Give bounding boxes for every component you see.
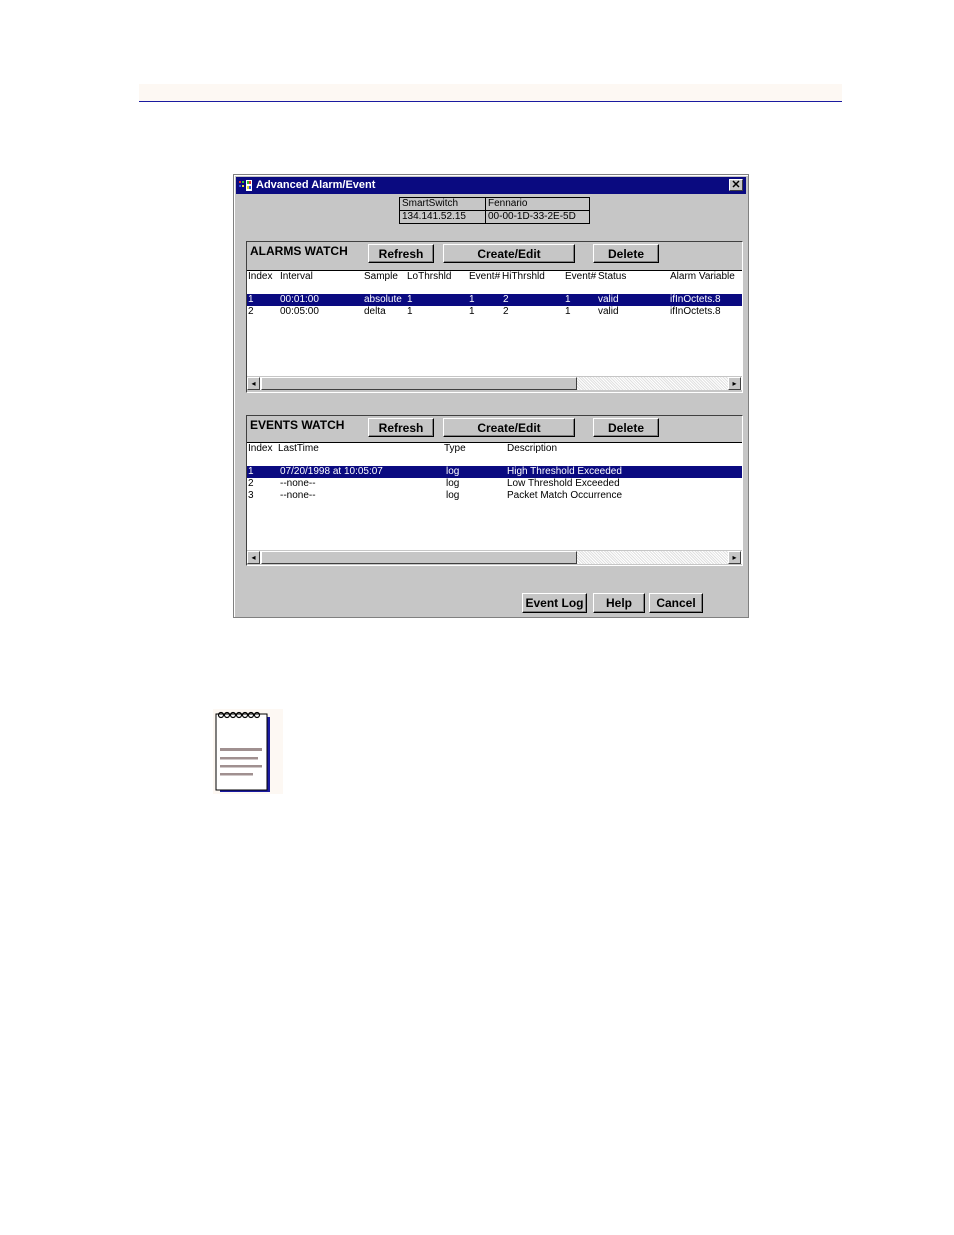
alarms-create-edit-button[interactable]: Create/Edit (443, 244, 575, 263)
cell-alarm-variable: ifInOctets.8 (670, 306, 721, 317)
cell-hithrshld: 2 (503, 306, 509, 317)
col-alarm-variable[interactable]: Alarm Variable (670, 271, 735, 283)
cell-interval: 00:01:00 (280, 294, 319, 305)
events-delete-button[interactable]: Delete (593, 418, 659, 437)
cell-status: valid (598, 294, 619, 305)
scroll-track[interactable] (577, 377, 728, 390)
alarms-watch-label: ALARMS WATCH (250, 244, 348, 258)
col-index[interactable]: Index (248, 443, 272, 455)
cell-sample: delta (364, 306, 386, 317)
col-interval[interactable]: Interval (280, 271, 313, 283)
close-button[interactable]: ✕ (729, 179, 743, 191)
cell-event-hi: 1 (565, 306, 571, 317)
cell-alarm-variable: ifInOctets.8 (670, 294, 721, 305)
close-icon: ✕ (731, 179, 741, 191)
events-create-edit-button[interactable]: Create/Edit (443, 418, 575, 437)
cell-description: Packet Match Occurrence (507, 490, 623, 501)
scroll-right-button[interactable]: ▸ (728, 551, 741, 564)
alarms-watch-group: ALARMS WATCH Refresh Create/Edit Delete … (246, 241, 743, 393)
scroll-track[interactable] (577, 551, 728, 564)
events-horizontal-scrollbar[interactable]: ◂ ▸ (247, 550, 742, 564)
device-mac: 00-00-1D-33-2E-5D (485, 210, 590, 224)
events-watch-label: EVENTS WATCH (250, 418, 345, 432)
cell-lasttime: 07/20/1998 at 10:05:07 (280, 466, 383, 477)
cell-type: log (446, 466, 460, 477)
cell-sample: absolute (364, 294, 402, 305)
col-description[interactable]: Description (507, 443, 557, 455)
cell-hithrshld: 2 (503, 294, 509, 305)
app-icon (239, 180, 252, 191)
events-watch-group: EVENTS WATCH Refresh Create/Edit Delete … (246, 415, 743, 566)
cell-status: valid (598, 306, 619, 317)
cell-event-lo: 1 (469, 306, 475, 317)
cell-description: Low Threshold Exceeded (507, 478, 620, 489)
arrow-left-icon: ◂ (251, 379, 256, 388)
device-type: SmartSwitch (399, 197, 486, 211)
cell-event-lo: 1 (469, 294, 475, 305)
cell-index: 1 (248, 466, 254, 477)
event-row[interactable]: 2 --none-- log Low Threshold Exceeded (247, 478, 742, 490)
arrow-right-icon: ▸ (732, 553, 737, 562)
cell-lothrshld: 1 (407, 306, 413, 317)
events-column-headers: Index LastTime Type Description (247, 443, 742, 455)
arrow-right-icon: ▸ (732, 379, 737, 388)
cell-index: 2 (248, 306, 254, 317)
alarm-row[interactable]: 2 00:05:00 delta 1 1 2 1 valid ifInOctet… (247, 306, 742, 318)
col-lasttime[interactable]: LastTime (278, 443, 319, 455)
device-ip: 134.141.52.15 (399, 210, 486, 224)
cell-lothrshld: 1 (407, 294, 413, 305)
cell-type: log (446, 490, 460, 501)
device-info-grid: SmartSwitch Fennario 134.141.52.15 00-00… (399, 197, 590, 224)
alarms-delete-button[interactable]: Delete (593, 244, 659, 263)
col-status[interactable]: Status (598, 271, 626, 283)
event-log-button[interactable]: Event Log (522, 593, 587, 613)
title-bar[interactable]: Advanced Alarm/Event ✕ (236, 177, 746, 194)
col-index[interactable]: Index (248, 271, 272, 283)
page-header-band (139, 84, 842, 101)
cell-index: 3 (248, 490, 254, 501)
event-row[interactable]: 1 07/20/1998 at 10:05:07 log High Thresh… (247, 466, 742, 478)
help-button[interactable]: Help (593, 593, 645, 613)
cell-type: log (446, 478, 460, 489)
device-name: Fennario (485, 197, 590, 211)
scroll-left-button[interactable]: ◂ (247, 377, 260, 390)
cell-index: 1 (248, 294, 254, 305)
scroll-left-button[interactable]: ◂ (247, 551, 260, 564)
alarms-column-headers: Index Interval Sample LoThrshld Event# H… (247, 271, 742, 283)
col-event-hi[interactable]: Event# (565, 271, 596, 283)
note-icon (213, 709, 283, 794)
col-type[interactable]: Type (444, 443, 466, 455)
col-sample[interactable]: Sample (364, 271, 398, 283)
col-hithrshld[interactable]: HiThrshld (502, 271, 545, 283)
cell-lasttime: --none-- (280, 490, 316, 501)
scroll-thumb[interactable] (261, 377, 577, 390)
alarms-list[interactable]: Index Interval Sample LoThrshld Event# H… (247, 270, 742, 378)
event-row[interactable]: 3 --none-- log Packet Match Occurrence (247, 490, 742, 502)
cancel-button[interactable]: Cancel (649, 593, 703, 613)
alarms-horizontal-scrollbar[interactable]: ◂ ▸ (247, 376, 742, 390)
cell-lasttime: --none-- (280, 478, 316, 489)
window-title: Advanced Alarm/Event (256, 179, 376, 191)
col-lothrshld[interactable]: LoThrshld (407, 271, 451, 283)
alarm-row[interactable]: 1 00:01:00 absolute 1 1 2 1 valid ifInOc… (247, 294, 742, 306)
cell-description: High Threshold Exceeded (507, 466, 622, 477)
cell-event-hi: 1 (565, 294, 571, 305)
alarms-refresh-button[interactable]: Refresh (368, 244, 434, 263)
events-list[interactable]: Index LastTime Type Description 1 07/20/… (247, 442, 742, 550)
cell-interval: 00:05:00 (280, 306, 319, 317)
scroll-thumb[interactable] (261, 551, 577, 564)
cell-index: 2 (248, 478, 254, 489)
scroll-right-button[interactable]: ▸ (728, 377, 741, 390)
events-refresh-button[interactable]: Refresh (368, 418, 434, 437)
page-header-rule (139, 101, 842, 102)
col-event-lo[interactable]: Event# (469, 271, 500, 283)
advanced-alarm-event-window: Advanced Alarm/Event ✕ SmartSwitch Fenna… (233, 174, 749, 618)
arrow-left-icon: ◂ (251, 553, 256, 562)
